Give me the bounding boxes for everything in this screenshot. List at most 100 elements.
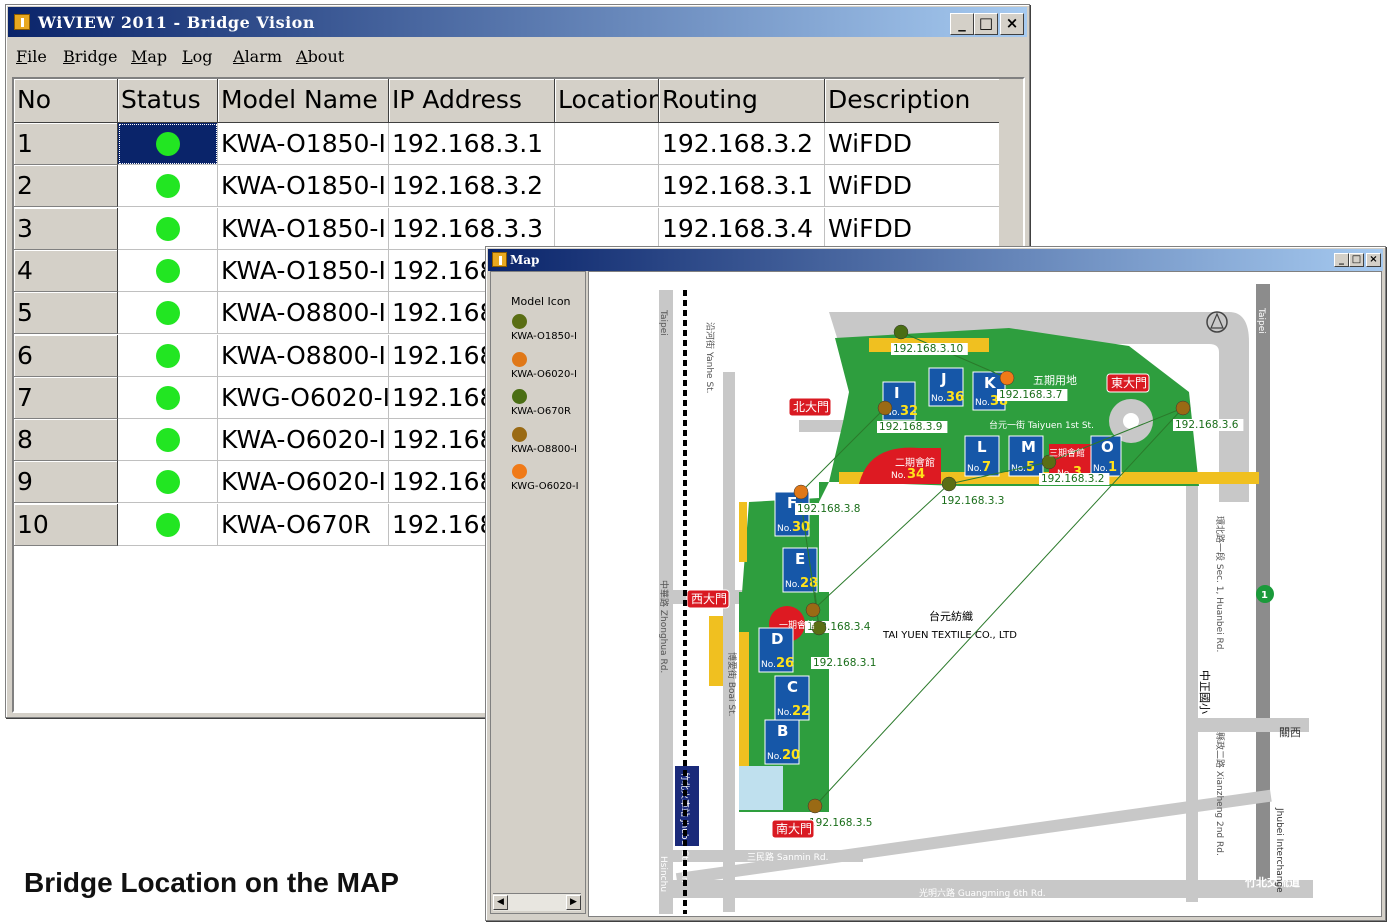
- building-o[interactable]: ONo. 1: [1090, 435, 1122, 477]
- bridge-marker[interactable]: [807, 798, 823, 814]
- table-cell-status[interactable]: [118, 292, 218, 335]
- gate-north[interactable]: 北大門: [788, 397, 832, 417]
- bridge-marker[interactable]: [877, 400, 893, 416]
- map-maximize-button[interactable]: □: [1349, 253, 1364, 267]
- col-status-header[interactable]: Status: [118, 79, 218, 123]
- table-cell-no[interactable]: 1: [14, 123, 118, 165]
- table-cell-status[interactable]: [118, 334, 218, 377]
- bridge-ip-label[interactable]: 192.168.3.2: [1041, 473, 1104, 485]
- minimize-button[interactable]: _: [950, 13, 974, 35]
- table-cell-description[interactable]: WiFDD: [825, 207, 1000, 250]
- table-cell-model-name[interactable]: KWA-O670R: [218, 503, 389, 546]
- table-cell-no[interactable]: 4: [14, 249, 118, 292]
- legend-model-icon[interactable]: [512, 314, 527, 329]
- bridge-ip-label[interactable]: 192.168.3.6: [1175, 419, 1239, 431]
- campus-map[interactable]: I No. 32 J No. 36 K No. 38 L No. 7 M No. 5 O No. 1 F No. 30 E…: [588, 271, 1382, 917]
- maximize-button[interactable]: □: [974, 13, 998, 35]
- legend-model-icon[interactable]: [512, 389, 527, 404]
- table-cell-no[interactable]: 9: [14, 461, 118, 504]
- bridge-ip-label[interactable]: 192.168.3.7: [999, 389, 1062, 401]
- table-cell-status[interactable]: [118, 249, 218, 292]
- table-cell-model-name[interactable]: KWA-O1850-I: [218, 207, 389, 250]
- bridge-ip-label[interactable]: 192.168.3.3: [941, 495, 1004, 507]
- table-cell-location[interactable]: [555, 165, 659, 208]
- map-canvas[interactable]: INo. 32JNo. 36KNo. 38LNo. 7MNo. 5ONo. 1FNo. 30E…: [589, 272, 1382, 917]
- building-d[interactable]: D No. 26: [758, 627, 794, 673]
- table-cell-no[interactable]: 3: [14, 207, 118, 250]
- table-cell-no[interactable]: 2: [14, 165, 118, 208]
- table-cell-status[interactable]: [118, 165, 218, 208]
- table-cell-model-name[interactable]: KWA-O8800-I: [218, 292, 389, 335]
- table-cell-model-name[interactable]: KWA-O1850-I: [218, 123, 389, 165]
- table-cell-routing[interactable]: 192.168.3.1: [659, 165, 825, 208]
- table-cell-status[interactable]: [118, 461, 218, 504]
- table-cell-model-name[interactable]: KWA-O6020-I: [218, 419, 389, 462]
- scroll-left-arrow[interactable]: ◀: [493, 895, 508, 910]
- menu-alarm[interactable]: Alarm: [233, 47, 282, 66]
- building-c[interactable]: C No. 22: [774, 675, 810, 721]
- legend-model-icon[interactable]: [512, 464, 527, 479]
- gate-east[interactable]: 東大門: [1106, 373, 1150, 393]
- map-minimize-button[interactable]: _: [1334, 253, 1349, 267]
- table-cell-no[interactable]: 5: [14, 292, 118, 335]
- table-cell-no[interactable]: 7: [14, 376, 118, 419]
- col-location-header[interactable]: Location: [555, 79, 659, 123]
- table-cell-ip-address[interactable]: 192.168.3.1: [389, 123, 555, 165]
- building-j[interactable]: J No. 36: [928, 367, 964, 407]
- legend-model-icon[interactable]: [512, 426, 527, 442]
- map-close-button[interactable]: ×: [1366, 253, 1381, 267]
- menu-file[interactable]: File: [16, 47, 47, 66]
- bridge-marker[interactable]: [1175, 400, 1191, 416]
- table-cell-no[interactable]: 6: [14, 334, 118, 377]
- gate-south[interactable]: 南大門: [771, 819, 815, 839]
- bridge-ip-label[interactable]: 192.168.3.1: [813, 657, 876, 669]
- col-model-name-header[interactable]: Model Name: [218, 79, 389, 123]
- scroll-right-arrow[interactable]: ▶: [566, 895, 581, 910]
- table-cell-routing[interactable]: 192.168.3.2: [659, 123, 825, 165]
- building-b[interactable]: B No. 20: [764, 719, 800, 765]
- table-cell-status[interactable]: [118, 419, 218, 462]
- table-cell-location[interactable]: [555, 207, 659, 250]
- table-cell-status[interactable]: [118, 503, 218, 546]
- table-cell-no[interactable]: 8: [14, 419, 118, 462]
- menu-about[interactable]: About: [296, 47, 344, 66]
- bridge-marker[interactable]: [941, 476, 957, 492]
- table-cell-location[interactable]: [555, 123, 659, 165]
- table-cell-description[interactable]: WiFDD: [825, 165, 1000, 208]
- table-cell-model-name[interactable]: KWA-O6020-I: [218, 461, 389, 504]
- menu-bridge[interactable]: Bridge: [63, 47, 117, 66]
- bridge-marker[interactable]: [805, 602, 821, 618]
- table-cell-ip-address[interactable]: 192.168.3.2: [389, 165, 555, 208]
- bridge-ip-label[interactable]: 192.168.3.8: [797, 503, 860, 515]
- bridge-marker[interactable]: [999, 370, 1015, 386]
- table-cell-routing[interactable]: 192.168.3.4: [659, 207, 825, 250]
- col-no-header[interactable]: No: [14, 79, 118, 123]
- table-cell-ip-address[interactable]: 192.168.3.3: [389, 207, 555, 250]
- bridge-ip-label[interactable]: 192.168.3.5: [809, 817, 872, 829]
- table-cell-model-name[interactable]: KWA-O1850-I: [218, 165, 389, 208]
- building-l[interactable]: L No. 7: [964, 435, 1000, 477]
- table-cell-model-name[interactable]: KWA-O8800-I: [218, 334, 389, 377]
- table-cell-model-name[interactable]: KWG-O6020-I: [218, 376, 389, 419]
- table-cell-model-name[interactable]: KWA-O1850-I: [218, 249, 389, 292]
- close-button[interactable]: ×: [1000, 13, 1024, 35]
- bridge-ip-label[interactable]: 192.168.3.9: [879, 421, 942, 433]
- legend-horizontal-scrollbar[interactable]: ◀ ▶: [493, 893, 581, 911]
- col-routing-header[interactable]: Routing: [659, 79, 825, 123]
- bridge-marker[interactable]: [793, 484, 809, 500]
- table-cell-no[interactable]: 10: [14, 503, 118, 546]
- gate-west[interactable]: 西大門: [686, 589, 730, 609]
- menu-map[interactable]: Map: [131, 47, 167, 66]
- map-title-bar[interactable]: Map _ □ ×: [488, 249, 1383, 271]
- legend-model-icon[interactable]: [512, 351, 527, 367]
- table-cell-status[interactable]: [118, 207, 218, 250]
- menu-log[interactable]: Log: [182, 47, 213, 66]
- bridge-marker[interactable]: [893, 324, 909, 340]
- table-cell-status[interactable]: [118, 123, 218, 165]
- main-title-bar[interactable]: WiVIEW 2011 - Bridge Vision _ □ ×: [8, 7, 1027, 37]
- col-description-header[interactable]: Description: [825, 79, 1000, 123]
- table-cell-description[interactable]: WiFDD: [825, 123, 1000, 165]
- table-cell-status[interactable]: [118, 376, 218, 419]
- bridge-ip-label[interactable]: 192.168.3.10: [893, 343, 963, 355]
- col-ip-address-header[interactable]: IP Address: [389, 79, 555, 123]
